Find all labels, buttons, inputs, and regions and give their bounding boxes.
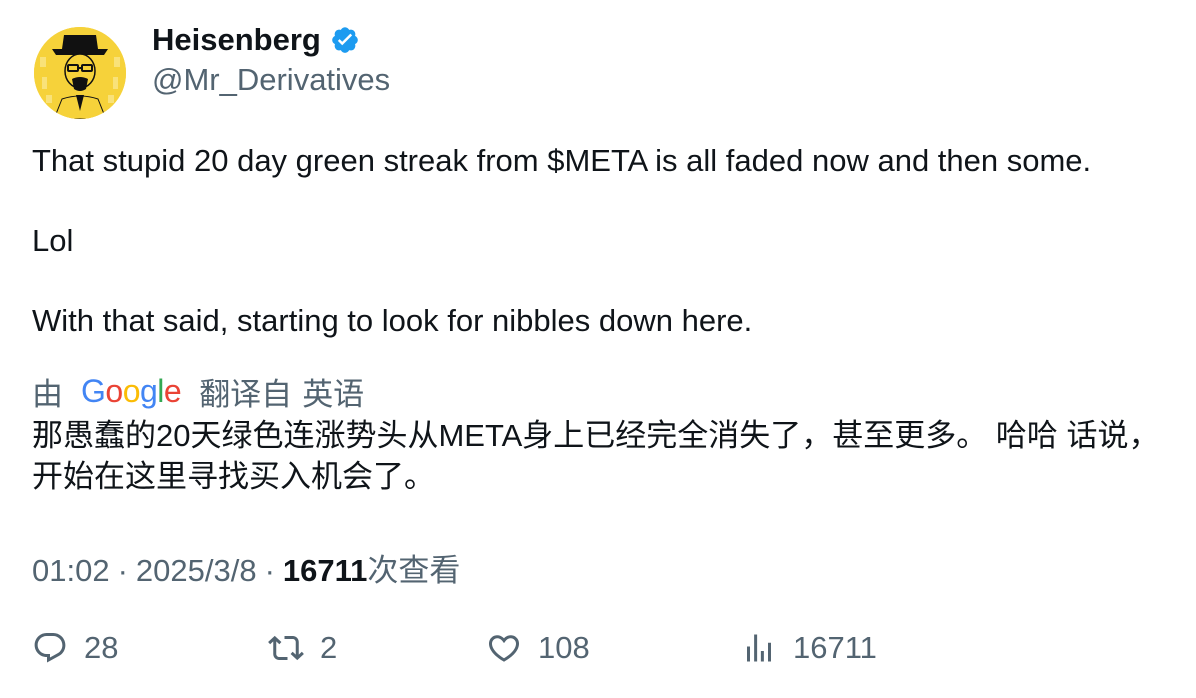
meta-separator: ·	[264, 553, 275, 588]
translation-source-language: 英语	[302, 377, 365, 412]
retweet-icon	[268, 635, 304, 661]
translation-prefix: 由	[32, 377, 63, 412]
retweet-button[interactable]: 2	[268, 630, 337, 666]
analytics-icon	[747, 634, 771, 662]
meta-separator: ·	[117, 553, 128, 588]
reply-button[interactable]: 28	[32, 630, 118, 666]
tweet-card: Heisenberg @Mr_Derivatives That stupid 2…	[0, 0, 1196, 698]
heart-icon	[488, 635, 520, 662]
author-display-name[interactable]: Heisenberg	[152, 22, 321, 58]
views-button[interactable]: 16711	[741, 630, 877, 666]
tweet-date[interactable]: 2025/3/8	[136, 553, 257, 588]
translation-attribution[interactable]: 由 Google 翻译自 英语	[32, 369, 364, 414]
retweet-count: 2	[320, 630, 338, 665]
tweet-text-line: That stupid 20 day green streak from $ME…	[32, 143, 1092, 178]
author-name-row: Heisenberg	[152, 22, 360, 58]
tweet-text-line: With that said, starting to look for nib…	[32, 303, 753, 338]
like-count: 108	[538, 630, 590, 665]
views-action-count: 16711	[793, 630, 877, 665]
verified-badge-icon	[330, 25, 360, 55]
reply-count: 28	[84, 630, 119, 665]
tweet-actions: 28 2 108 16711	[0, 630, 1196, 676]
tweet-meta: 01:02 · 2025/3/8 · 16711次查看	[32, 545, 460, 590]
like-button[interactable]: 108	[486, 630, 590, 666]
tweet-time[interactable]: 01:02	[32, 553, 110, 588]
tweet-text-line: Lol	[32, 223, 74, 258]
google-logo-icon: Google	[81, 373, 182, 409]
views-count: 16711	[282, 553, 368, 588]
translation-suffix: 翻译自	[199, 377, 293, 412]
heisenberg-avatar-icon	[34, 27, 126, 119]
translated-text: 那愚蠢的20天绿色连涨势头从META身上已经完全消失了，甚至更多。 哈哈 话说，…	[32, 418, 1160, 494]
avatar[interactable]	[34, 27, 126, 119]
views-label: 次查看	[367, 553, 461, 588]
reply-icon	[34, 633, 66, 663]
author-handle[interactable]: @Mr_Derivatives	[152, 62, 390, 98]
